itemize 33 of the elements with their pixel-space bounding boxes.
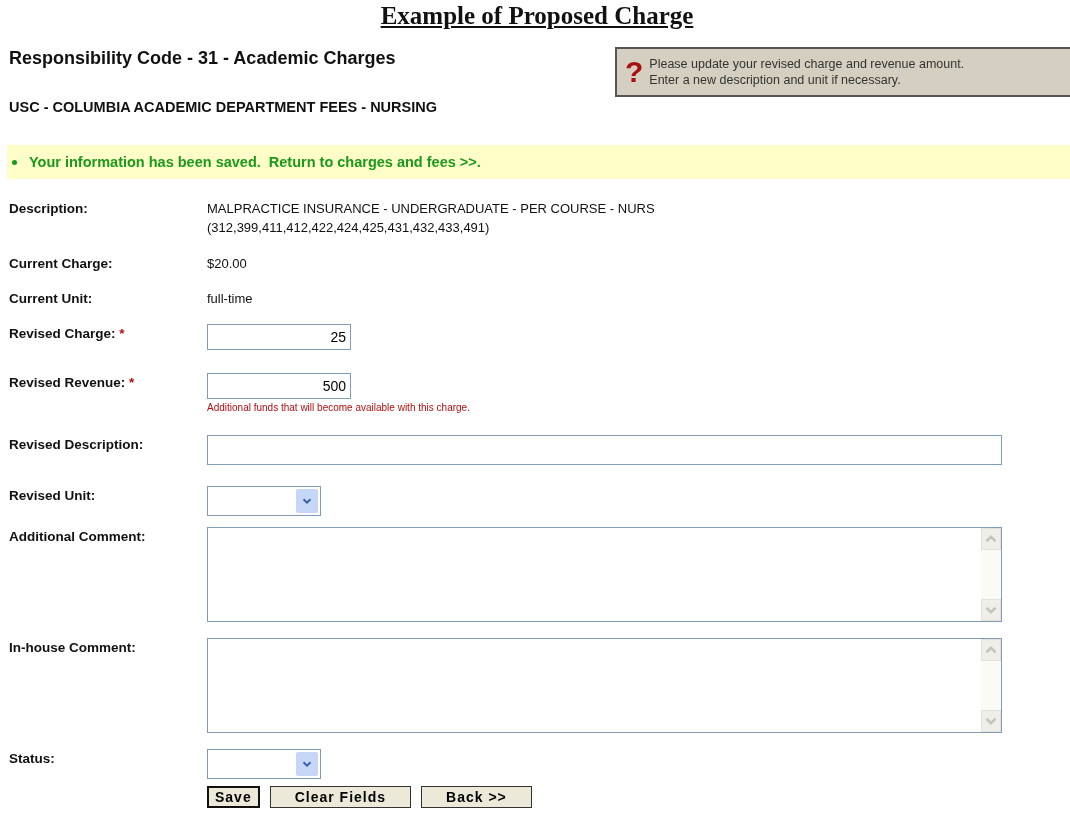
- field-label: In-house Comment:: [9, 639, 136, 656]
- form-button[interactable]: Save: [207, 786, 260, 808]
- field-label: Revised Charge: *: [9, 325, 125, 342]
- notice-text: Your information has been saved. Return to charges and fees >>.: [29, 154, 481, 170]
- question-mark-icon: ?: [625, 57, 644, 87]
- bullet-icon: [12, 159, 17, 165]
- field-label: Description:: [9, 200, 88, 217]
- field-label: Current Unit:: [9, 290, 93, 307]
- comment-field[interactable]: [207, 527, 1002, 622]
- field-label: Additional Comment:: [9, 528, 146, 545]
- field-label: Revised Description:: [9, 436, 144, 453]
- amount-field[interactable]: 500: [207, 373, 351, 399]
- comment-field[interactable]: [207, 638, 1002, 733]
- field-value: full-time: [207, 290, 254, 308]
- field-hint: Additional funds that will become available with this charge.: [207, 402, 471, 413]
- dropdown[interactable]: [207, 486, 321, 516]
- description-field[interactable]: [207, 435, 1002, 465]
- field-label: Status:: [9, 750, 55, 767]
- scrollbar[interactable]: [981, 528, 1001, 621]
- form-button[interactable]: Back >>: [421, 786, 532, 808]
- form-button[interactable]: Clear Fields: [269, 786, 412, 808]
- page-heading: Responsibility Code - 31 - Academic Charges: [9, 47, 396, 69]
- field-label: Revised Revenue: *: [9, 374, 135, 391]
- field-value: $20.00: [207, 255, 248, 273]
- amount-field[interactable]: 25: [207, 324, 351, 350]
- department-name: USC - COLUMBIA ACADEMIC DEPARTMENT FEES - NURSING: [9, 98, 438, 116]
- field-label: Revised Unit:: [9, 487, 96, 504]
- field-label: Current Charge:: [9, 255, 113, 272]
- help-text: Please update your revised charge and revenue amount. Enter a new description and unit if necessary.: [649, 56, 965, 88]
- page-title: Example of Proposed Charge: [379, 2, 695, 30]
- field-value: MALPRACTICE INSURANCE - UNDERGRADUATE - PER COURSE - NURS (312,399,411,412,422,424,425,431,432,433,491): [207, 200, 656, 237]
- dropdown[interactable]: [207, 749, 321, 779]
- scrollbar[interactable]: [981, 639, 1001, 732]
